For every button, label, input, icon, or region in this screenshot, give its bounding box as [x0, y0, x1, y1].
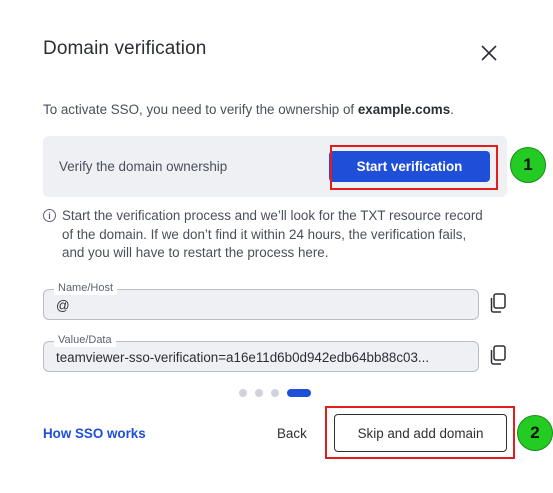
intro-domain: example.coms: [357, 102, 451, 117]
highlight-start-verification: [330, 145, 498, 190]
intro-suffix: .: [450, 102, 454, 117]
page-dot-4-active[interactable]: [287, 389, 311, 397]
close-button[interactable]: [476, 40, 502, 66]
dialog-title: Domain verification: [43, 38, 207, 59]
domain-verification-dialog: Domain verification To activate SSO, you…: [0, 0, 553, 493]
page-dot-1[interactable]: [239, 389, 247, 397]
step-badge-1: 1: [510, 147, 546, 183]
value-data-legend: Value/Data: [54, 334, 116, 347]
copy-icon: [490, 293, 506, 313]
copy-value-button[interactable]: [489, 345, 507, 365]
info-text: Start the verification process and we’ll…: [62, 208, 483, 260]
how-sso-works-link[interactable]: How SSO works: [43, 426, 146, 441]
name-host-field[interactable]: Name/Host @: [43, 282, 479, 320]
name-host-legend: Name/Host: [54, 282, 118, 295]
page-dot-3[interactable]: [271, 389, 279, 397]
value-data-value: teamviewer-sso-verification=a16e11d6b0d9…: [56, 350, 430, 365]
copy-icon: [490, 345, 506, 365]
page-dot-2[interactable]: [255, 389, 263, 397]
highlight-skip-button: [325, 406, 515, 459]
name-host-value: @: [56, 298, 70, 313]
intro-text: To activate SSO, you need to verify the …: [43, 102, 454, 117]
info-icon: i: [43, 209, 56, 222]
verify-label: Verify the domain ownership: [59, 159, 228, 174]
intro-prefix: To activate SSO, you need to verify the …: [43, 102, 358, 117]
back-button[interactable]: Back: [277, 426, 307, 441]
copy-name-button[interactable]: [489, 293, 507, 313]
step-badge-2: 2: [517, 415, 553, 451]
close-icon: [481, 45, 497, 61]
value-data-field[interactable]: Value/Data teamviewer-sso-verification=a…: [43, 334, 479, 372]
